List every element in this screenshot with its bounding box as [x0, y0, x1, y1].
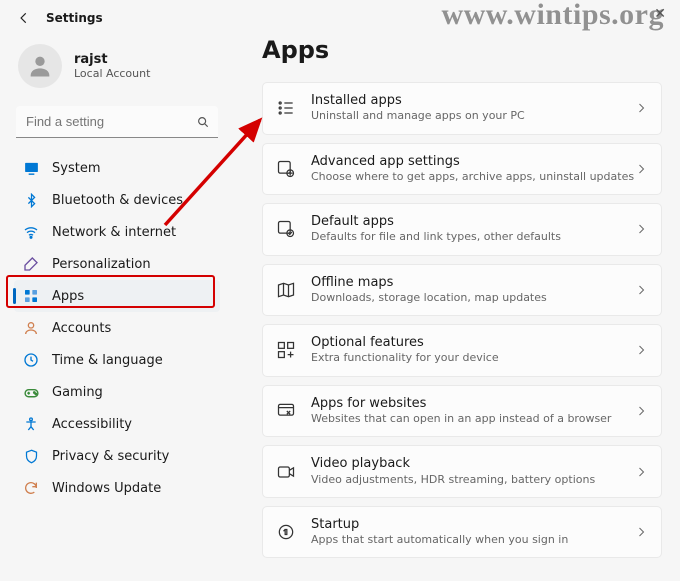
card-sub: Choose where to get apps, archive apps, …: [311, 170, 635, 184]
card-title: Video playback: [311, 456, 635, 472]
card-title: Startup: [311, 517, 635, 533]
personalization-icon: [22, 255, 40, 273]
account-block[interactable]: rajst Local Account: [14, 32, 220, 102]
card-advanced-app-settings[interactable]: Advanced app settingsChoose where to get…: [262, 143, 662, 196]
nav-apps[interactable]: Apps: [14, 280, 220, 312]
nav-label: Privacy & security: [52, 449, 169, 464]
system-icon: [22, 159, 40, 177]
accessibility-icon: [22, 415, 40, 433]
nav-network[interactable]: Network & internet: [14, 216, 220, 248]
close-button[interactable]: ✕: [654, 6, 666, 22]
back-button[interactable]: [16, 10, 32, 26]
nav-personalization[interactable]: Personalization: [14, 248, 220, 280]
nav-label: Personalization: [52, 257, 151, 272]
card-sub: Websites that can open in an app instead…: [311, 412, 635, 426]
nav-label: Time & language: [52, 353, 163, 368]
advanced-settings-icon: [275, 158, 297, 180]
nav-label: Bluetooth & devices: [52, 193, 183, 208]
chevron-right-icon: [635, 526, 647, 538]
card-apps-for-websites[interactable]: Apps for websitesWebsites that can open …: [262, 385, 662, 438]
nav-accessibility[interactable]: Accessibility: [14, 408, 220, 440]
accounts-icon: [22, 319, 40, 337]
card-sub: Downloads, storage location, map updates: [311, 291, 635, 305]
installed-apps-icon: [275, 97, 297, 119]
card-startup[interactable]: StartupApps that start automatically whe…: [262, 506, 662, 559]
nav-label: Accessibility: [52, 417, 132, 432]
chevron-right-icon: [635, 466, 647, 478]
card-default-apps[interactable]: Default appsDefaults for file and link t…: [262, 203, 662, 256]
nav-label: Windows Update: [52, 481, 161, 496]
optional-features-icon: [275, 339, 297, 361]
apps-websites-icon: [275, 400, 297, 422]
nav-list: System Bluetooth & devices Network & int…: [14, 152, 220, 504]
page-title: Apps: [262, 36, 662, 64]
search-box[interactable]: [16, 106, 218, 138]
cards-list: Installed appsUninstall and manage apps …: [262, 82, 662, 558]
network-icon: [22, 223, 40, 241]
card-title: Optional features: [311, 335, 635, 351]
nav-system[interactable]: System: [14, 152, 220, 184]
card-video-playback[interactable]: Video playbackVideo adjustments, HDR str…: [262, 445, 662, 498]
bluetooth-icon: [22, 191, 40, 209]
nav-windows-update[interactable]: Windows Update: [14, 472, 220, 504]
card-sub: Extra functionality for your device: [311, 351, 635, 365]
time-icon: [22, 351, 40, 369]
chevron-right-icon: [635, 102, 647, 114]
card-title: Advanced app settings: [311, 154, 635, 170]
chevron-right-icon: [635, 284, 647, 296]
card-sub: Uninstall and manage apps on your PC: [311, 109, 635, 123]
nav-accounts[interactable]: Accounts: [14, 312, 220, 344]
chevron-right-icon: [635, 344, 647, 356]
card-title: Apps for websites: [311, 396, 635, 412]
nav-time-language[interactable]: Time & language: [14, 344, 220, 376]
gaming-icon: [22, 383, 40, 401]
nav-label: Network & internet: [52, 225, 176, 240]
avatar: [18, 44, 62, 88]
settings-title: Settings: [46, 11, 103, 25]
update-icon: [22, 479, 40, 497]
chevron-right-icon: [635, 405, 647, 417]
titlebar: Settings: [0, 0, 680, 32]
card-sub: Apps that start automatically when you s…: [311, 533, 635, 547]
sidebar: rajst Local Account System Bluetooth & d…: [0, 32, 232, 579]
apps-icon: [22, 287, 40, 305]
main-pane: Apps Installed appsUninstall and manage …: [232, 32, 680, 579]
chevron-right-icon: [635, 223, 647, 235]
card-sub: Video adjustments, HDR streaming, batter…: [311, 473, 635, 487]
card-title: Installed apps: [311, 93, 635, 109]
card-optional-features[interactable]: Optional featuresExtra functionality for…: [262, 324, 662, 377]
default-apps-icon: [275, 218, 297, 240]
nav-label: System: [52, 161, 100, 176]
card-title: Default apps: [311, 214, 635, 230]
nav-gaming[interactable]: Gaming: [14, 376, 220, 408]
user-name: rajst: [74, 52, 150, 67]
startup-icon: [275, 521, 297, 543]
nav-bluetooth[interactable]: Bluetooth & devices: [14, 184, 220, 216]
nav-label: Accounts: [52, 321, 111, 336]
user-sub: Local Account: [74, 67, 150, 80]
card-sub: Defaults for file and link types, other …: [311, 230, 635, 244]
card-installed-apps[interactable]: Installed appsUninstall and manage apps …: [262, 82, 662, 135]
nav-label: Apps: [52, 289, 84, 304]
card-title: Offline maps: [311, 275, 635, 291]
card-offline-maps[interactable]: Offline mapsDownloads, storage location,…: [262, 264, 662, 317]
nav-label: Gaming: [52, 385, 103, 400]
video-icon: [275, 461, 297, 483]
search-input[interactable]: [16, 106, 218, 138]
chevron-right-icon: [635, 163, 647, 175]
privacy-icon: [22, 447, 40, 465]
nav-privacy[interactable]: Privacy & security: [14, 440, 220, 472]
maps-icon: [275, 279, 297, 301]
